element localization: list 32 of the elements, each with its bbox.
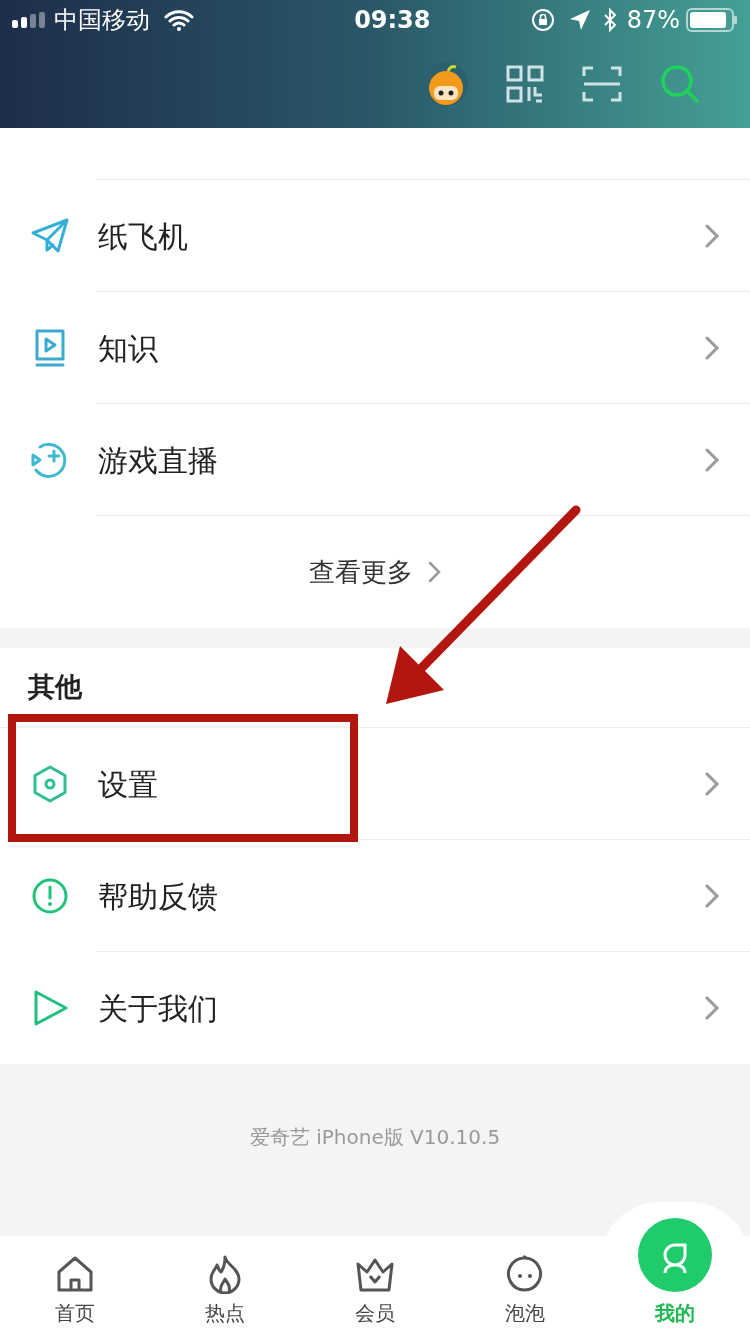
menu-item[interactable]: 关于我们 bbox=[0, 952, 750, 1064]
tab-item[interactable]: 首页 bbox=[0, 1236, 150, 1334]
menu-item[interactable]: 设置 bbox=[0, 728, 750, 840]
clock-time: 09:38 bbox=[353, 5, 432, 36]
battery-icon bbox=[686, 8, 738, 32]
chevron-icon bbox=[704, 995, 720, 1021]
qr-code-icon[interactable] bbox=[506, 65, 544, 103]
exclamation-icon bbox=[30, 876, 70, 916]
chevron-icon bbox=[704, 771, 720, 797]
menu-item[interactable]: 游戏直播 bbox=[0, 404, 750, 516]
rotation-lock-icon bbox=[530, 8, 555, 32]
carrier-name: 中国移动 bbox=[54, 5, 150, 36]
chevron-icon bbox=[704, 335, 720, 361]
bubble-face-icon bbox=[505, 1254, 545, 1294]
chevron-icon bbox=[704, 223, 720, 249]
scan-icon[interactable] bbox=[582, 66, 622, 102]
bluetooth-icon bbox=[602, 8, 617, 32]
chevron-icon bbox=[704, 883, 720, 909]
menu-item[interactable]: 帮助反馈 bbox=[0, 840, 750, 952]
menu-item[interactable]: 纸飞机 bbox=[0, 180, 750, 292]
home-icon bbox=[55, 1254, 95, 1294]
tab-item[interactable]: 热点 bbox=[150, 1236, 300, 1334]
menu-item[interactable]: 知识 bbox=[0, 292, 750, 404]
tab-item[interactable]: 会员 bbox=[300, 1236, 450, 1334]
battery-percent: 87% bbox=[626, 5, 680, 36]
location-icon bbox=[568, 9, 591, 31]
signal-icon bbox=[12, 12, 48, 28]
version-text: 爱奇艺 iPhone版 V10.10.5 bbox=[249, 1124, 501, 1151]
tab-item[interactable]: 泡泡 bbox=[450, 1236, 600, 1334]
chevron-icon bbox=[427, 560, 441, 584]
wifi-icon bbox=[164, 9, 194, 31]
chevron-icon bbox=[704, 447, 720, 473]
